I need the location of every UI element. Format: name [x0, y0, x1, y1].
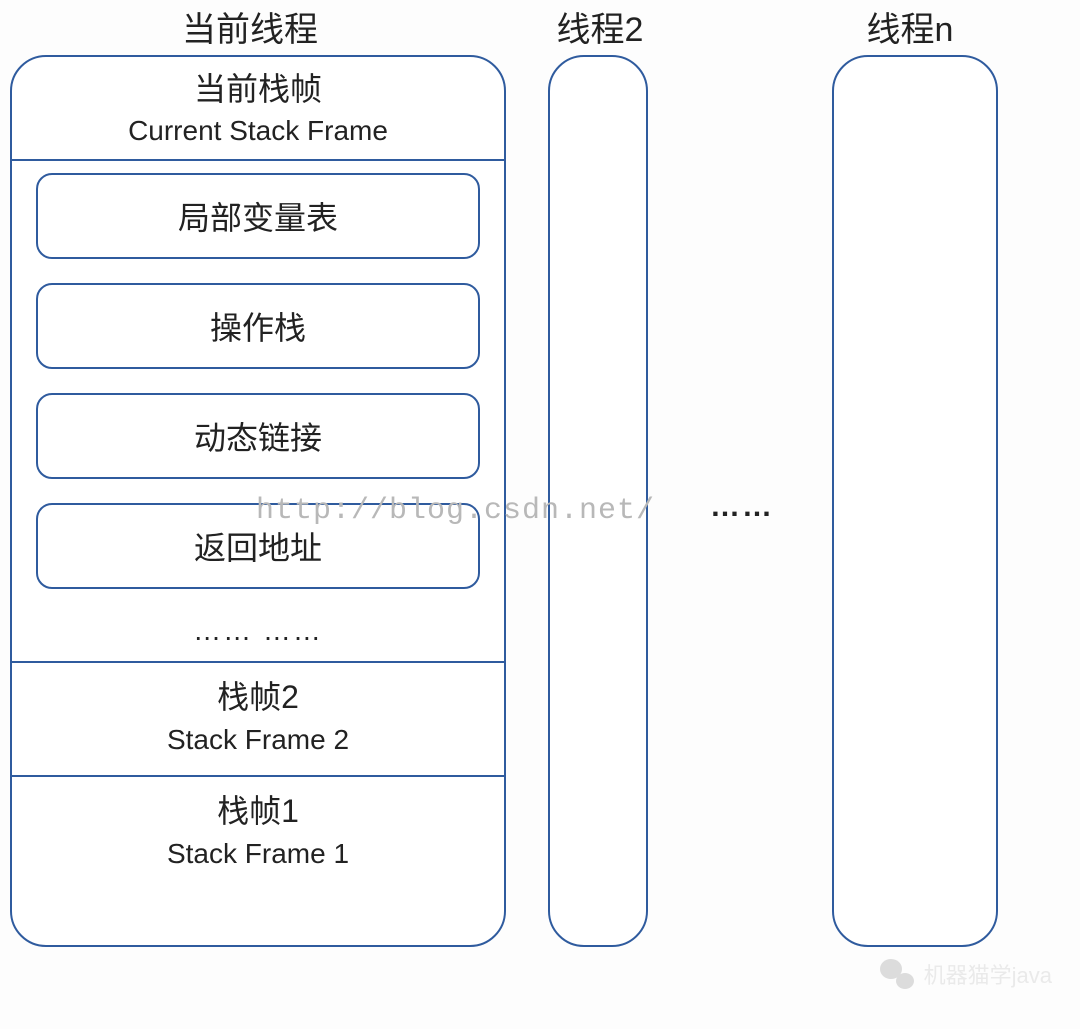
current-frame-components: 局部变量表 操作栈 动态链接 返回地址 …… ……	[12, 161, 504, 661]
header-thread-n: 线程n	[840, 2, 980, 51]
return-address: 返回地址	[36, 503, 480, 589]
threads-ellipsis: ……	[662, 490, 822, 524]
operand-stack: 操作栈	[36, 283, 480, 369]
thread-current-stack: 当前栈帧 Current Stack Frame 局部变量表 操作栈 动态链接 …	[10, 55, 506, 947]
frame-components-more: …… ……	[36, 613, 480, 661]
frame2-title-cn: 栈帧2	[16, 675, 500, 719]
frame1-title-cn: 栈帧1	[16, 789, 500, 833]
current-frame-title-cn: 当前栈帧	[16, 67, 500, 111]
stack-frame-1: 栈帧1 Stack Frame 1	[12, 777, 504, 889]
current-frame-title-en: Current Stack Frame	[16, 111, 500, 151]
wechat-label: 机器猫学java	[924, 958, 1052, 990]
frame2-title-en: Stack Frame 2	[16, 719, 500, 761]
frame1-title-en: Stack Frame 1	[16, 833, 500, 875]
header-thread-current: 当前线程	[0, 2, 500, 51]
thread-n-stack	[832, 55, 998, 947]
thread-2-stack	[548, 55, 648, 947]
dynamic-linking: 动态链接	[36, 393, 480, 479]
current-stack-frame-header: 当前栈帧 Current Stack Frame	[12, 57, 504, 159]
diagram-canvas: 当前线程 线程2 线程n 当前栈帧 Current Stack Frame 局部…	[0, 0, 1080, 1029]
stack-frame-2: 栈帧2 Stack Frame 2	[12, 663, 504, 775]
local-variable-table: 局部变量表	[36, 173, 480, 259]
header-thread-2: 线程2	[530, 2, 670, 51]
wechat-badge: 机器猫学java	[880, 957, 1052, 991]
wechat-icon	[880, 957, 914, 991]
